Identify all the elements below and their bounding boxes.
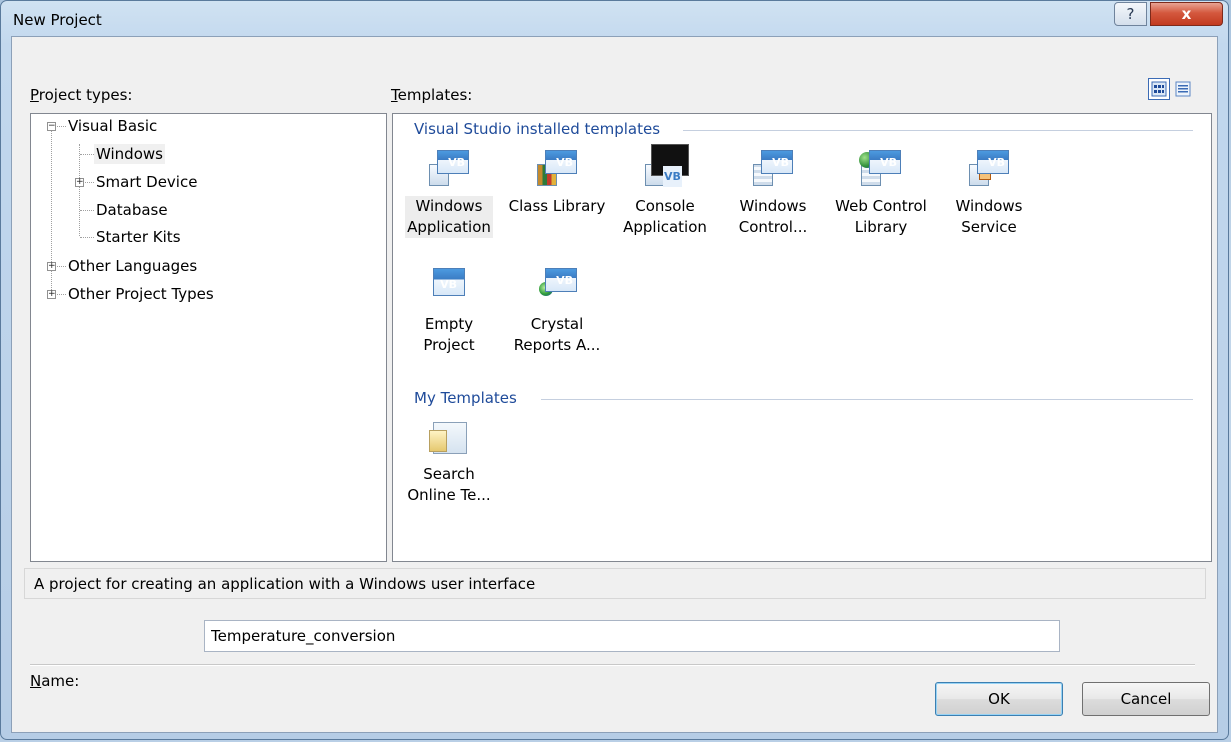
tree-item-visual-basic[interactable]: Visual Basic — [68, 116, 157, 136]
template-search-online[interactable]: Search Online Te... — [399, 418, 499, 506]
cancel-button[interactable]: Cancel — [1082, 682, 1210, 716]
project-types-tree[interactable]: − Visual Basic Windows + Smart Device Da… — [30, 113, 387, 562]
class-library-icon: VB — [537, 150, 577, 188]
template-class-library[interactable]: VB Class Library — [507, 150, 607, 217]
empty-project-icon: VB — [429, 268, 469, 306]
other-languages-expand-icon[interactable]: + — [47, 262, 56, 271]
templates-list[interactable]: Visual Studio installed templates VB Win… — [392, 113, 1212, 562]
template-empty-project[interactable]: VB Empty Project — [399, 268, 499, 356]
template-console-application[interactable]: VB Console Application — [615, 144, 715, 238]
crystal-reports-icon: VB — [537, 268, 577, 306]
tree-item-database[interactable]: Database — [96, 200, 168, 220]
template-description: A project for creating an application wi… — [24, 568, 1206, 599]
project-types-label: Project types: — [30, 86, 133, 104]
small-icons-view-button[interactable] — [1172, 78, 1194, 100]
tree-item-smart-device[interactable]: Smart Device — [96, 172, 197, 192]
large-icons-view-button[interactable] — [1148, 78, 1170, 100]
ok-button[interactable]: OK — [935, 682, 1063, 716]
new-project-dialog: New Project ? x Project types: Templates… — [0, 0, 1229, 740]
template-windows-control-library[interactable]: VB Windows Control... — [723, 150, 823, 238]
template-web-control-library[interactable]: VB Web Control Library — [831, 150, 931, 238]
name-label: Name: — [30, 672, 80, 690]
search-online-templates-icon — [429, 418, 469, 456]
tree-item-windows[interactable]: Windows — [94, 144, 165, 164]
dialog-title: New Project — [13, 11, 102, 29]
list-view-icon — [1175, 81, 1191, 97]
console-application-icon: VB — [645, 144, 689, 188]
web-control-library-icon: VB — [859, 150, 901, 188]
smart-device-expand-icon[interactable]: + — [75, 178, 84, 187]
template-windows-service[interactable]: VB Windows Service — [939, 150, 1039, 238]
title-bar: New Project ? x — [1, 1, 1228, 35]
help-button[interactable]: ? — [1114, 2, 1147, 26]
template-windows-application[interactable]: VB Windows Application — [399, 150, 499, 238]
templates-label: Templates: — [391, 86, 473, 104]
visual-basic-collapse-icon[interactable]: − — [47, 122, 56, 131]
tree-item-starter-kits[interactable]: Starter Kits — [96, 227, 181, 247]
large-icons-icon — [1151, 81, 1167, 97]
dialog-client-area: Project types: Templates: − Visual Basic… — [11, 36, 1218, 733]
installed-templates-header: Visual Studio installed templates — [414, 120, 661, 138]
windows-service-icon: VB — [969, 150, 1009, 188]
template-crystal-reports[interactable]: VB Crystal Reports A... — [507, 268, 607, 356]
other-project-types-expand-icon[interactable]: + — [47, 290, 56, 299]
close-button[interactable]: x — [1150, 2, 1223, 26]
windows-control-library-icon: VB — [753, 150, 793, 188]
tree-item-other-project-types[interactable]: Other Project Types — [68, 284, 214, 304]
tree-item-other-languages[interactable]: Other Languages — [68, 256, 197, 276]
project-name-input[interactable] — [204, 620, 1060, 652]
my-templates-header: My Templates — [414, 389, 517, 407]
windows-application-icon: VB — [429, 150, 469, 188]
